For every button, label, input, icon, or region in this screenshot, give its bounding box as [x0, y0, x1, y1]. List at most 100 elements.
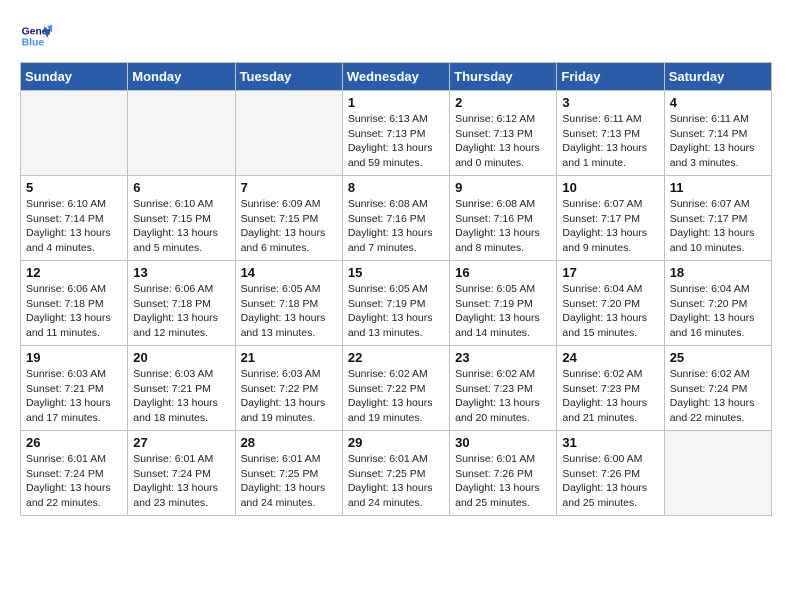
- weekday-header-sunday: Sunday: [21, 63, 128, 91]
- day-number: 28: [241, 435, 337, 450]
- logo: General Blue: [20, 20, 56, 52]
- calendar-cell: [21, 91, 128, 176]
- week-row-5: 26 Sunrise: 6:01 AMSunset: 7:24 PMDayligh…: [21, 431, 772, 516]
- day-info: Sunrise: 6:00 AMSunset: 7:26 PMDaylight:…: [562, 452, 658, 511]
- calendar-cell: 13 Sunrise: 6:06 AMSunset: 7:18 PMDayligh…: [128, 261, 235, 346]
- day-info: Sunrise: 6:09 AMSunset: 7:15 PMDaylight:…: [241, 197, 337, 256]
- day-info: Sunrise: 6:01 AMSunset: 7:24 PMDaylight:…: [26, 452, 122, 511]
- weekday-header-friday: Friday: [557, 63, 664, 91]
- calendar-cell: 21 Sunrise: 6:03 AMSunset: 7:22 PMDayligh…: [235, 346, 342, 431]
- calendar-cell: 6 Sunrise: 6:10 AMSunset: 7:15 PMDaylight…: [128, 176, 235, 261]
- day-info: Sunrise: 6:02 AMSunset: 7:23 PMDaylight:…: [455, 367, 551, 426]
- day-number: 4: [670, 95, 766, 110]
- day-number: 13: [133, 265, 229, 280]
- day-info: Sunrise: 6:03 AMSunset: 7:21 PMDaylight:…: [133, 367, 229, 426]
- day-info: Sunrise: 6:11 AMSunset: 7:13 PMDaylight:…: [562, 112, 658, 171]
- day-info: Sunrise: 6:06 AMSunset: 7:18 PMDaylight:…: [26, 282, 122, 341]
- day-info: Sunrise: 6:03 AMSunset: 7:22 PMDaylight:…: [241, 367, 337, 426]
- calendar-cell: 3 Sunrise: 6:11 AMSunset: 7:13 PMDaylight…: [557, 91, 664, 176]
- weekday-header-monday: Monday: [128, 63, 235, 91]
- logo-icon: General Blue: [20, 20, 52, 52]
- day-info: Sunrise: 6:05 AMSunset: 7:19 PMDaylight:…: [455, 282, 551, 341]
- calendar-cell: 30Sunrise: 6:01 AMSunset: 7:26 PMDayligh…: [450, 431, 557, 516]
- day-number: 16: [455, 265, 551, 280]
- day-number: 3: [562, 95, 658, 110]
- calendar-cell: 17 Sunrise: 6:04 AMSunset: 7:20 PMDayligh…: [557, 261, 664, 346]
- day-info: Sunrise: 6:10 AMSunset: 7:14 PMDaylight:…: [26, 197, 122, 256]
- day-number: 9: [455, 180, 551, 195]
- day-number: 23: [455, 350, 551, 365]
- day-number: 15: [348, 265, 444, 280]
- calendar-cell: [235, 91, 342, 176]
- week-row-3: 12 Sunrise: 6:06 AMSunset: 7:18 PMDayligh…: [21, 261, 772, 346]
- header: General Blue: [20, 20, 772, 52]
- calendar-cell: 26 Sunrise: 6:01 AMSunset: 7:24 PMDayligh…: [21, 431, 128, 516]
- calendar-cell: 27 Sunrise: 6:01 AMSunset: 7:24 PMDayligh…: [128, 431, 235, 516]
- day-info: Sunrise: 6:08 AMSunset: 7:16 PMDaylight:…: [348, 197, 444, 256]
- day-number: 24: [562, 350, 658, 365]
- calendar-cell: 14Sunrise: 6:05 AMSunset: 7:18 PMDayligh…: [235, 261, 342, 346]
- day-info: Sunrise: 6:06 AMSunset: 7:18 PMDaylight:…: [133, 282, 229, 341]
- weekday-header-saturday: Saturday: [664, 63, 771, 91]
- calendar-cell: 15Sunrise: 6:05 AMSunset: 7:19 PMDayligh…: [342, 261, 449, 346]
- day-number: 18: [670, 265, 766, 280]
- day-number: 20: [133, 350, 229, 365]
- calendar-cell: 22Sunrise: 6:02 AMSunset: 7:22 PMDayligh…: [342, 346, 449, 431]
- day-info: Sunrise: 6:01 AMSunset: 7:25 PMDaylight:…: [241, 452, 337, 511]
- day-info: Sunrise: 6:08 AMSunset: 7:16 PMDaylight:…: [455, 197, 551, 256]
- calendar-cell: 24Sunrise: 6:02 AMSunset: 7:23 PMDayligh…: [557, 346, 664, 431]
- calendar-cell: 23 Sunrise: 6:02 AMSunset: 7:23 PMDayligh…: [450, 346, 557, 431]
- day-number: 25: [670, 350, 766, 365]
- calendar-cell: 8Sunrise: 6:08 AMSunset: 7:16 PMDaylight…: [342, 176, 449, 261]
- weekday-header-thursday: Thursday: [450, 63, 557, 91]
- day-number: 31: [562, 435, 658, 450]
- day-number: 27: [133, 435, 229, 450]
- calendar-cell: [128, 91, 235, 176]
- day-number: 21: [241, 350, 337, 365]
- day-number: 10: [562, 180, 658, 195]
- weekday-header-wednesday: Wednesday: [342, 63, 449, 91]
- calendar-cell: 31 Sunrise: 6:00 AMSunset: 7:26 PMDayligh…: [557, 431, 664, 516]
- calendar-cell: 1 Sunrise: 6:13 AMSunset: 7:13 PMDaylight…: [342, 91, 449, 176]
- day-info: Sunrise: 6:10 AMSunset: 7:15 PMDaylight:…: [133, 197, 229, 256]
- calendar-cell: 10 Sunrise: 6:07 AMSunset: 7:17 PMDayligh…: [557, 176, 664, 261]
- week-row-2: 5Sunrise: 6:10 AMSunset: 7:14 PMDaylight…: [21, 176, 772, 261]
- day-number: 19: [26, 350, 122, 365]
- calendar-cell: 4 Sunrise: 6:11 AMSunset: 7:14 PMDaylight…: [664, 91, 771, 176]
- day-info: Sunrise: 6:11 AMSunset: 7:14 PMDaylight:…: [670, 112, 766, 171]
- page: General Blue SundayMondayTuesdayWednesda…: [0, 0, 792, 526]
- day-info: Sunrise: 6:07 AMSunset: 7:17 PMDaylight:…: [670, 197, 766, 256]
- day-number: 6: [133, 180, 229, 195]
- calendar-cell: 28 Sunrise: 6:01 AMSunset: 7:25 PMDayligh…: [235, 431, 342, 516]
- day-info: Sunrise: 6:02 AMSunset: 7:24 PMDaylight:…: [670, 367, 766, 426]
- calendar-cell: 7Sunrise: 6:09 AMSunset: 7:15 PMDaylight…: [235, 176, 342, 261]
- day-number: 2: [455, 95, 551, 110]
- calendar-cell: [664, 431, 771, 516]
- day-number: 17: [562, 265, 658, 280]
- calendar-cell: 9 Sunrise: 6:08 AMSunset: 7:16 PMDaylight…: [450, 176, 557, 261]
- day-info: Sunrise: 6:13 AMSunset: 7:13 PMDaylight:…: [348, 112, 444, 171]
- calendar-cell: 18 Sunrise: 6:04 AMSunset: 7:20 PMDayligh…: [664, 261, 771, 346]
- calendar-cell: 25 Sunrise: 6:02 AMSunset: 7:24 PMDayligh…: [664, 346, 771, 431]
- calendar-cell: 5Sunrise: 6:10 AMSunset: 7:14 PMDaylight…: [21, 176, 128, 261]
- weekday-header-tuesday: Tuesday: [235, 63, 342, 91]
- day-info: Sunrise: 6:04 AMSunset: 7:20 PMDaylight:…: [562, 282, 658, 341]
- week-row-1: 1 Sunrise: 6:13 AMSunset: 7:13 PMDaylight…: [21, 91, 772, 176]
- calendar-cell: 16 Sunrise: 6:05 AMSunset: 7:19 PMDayligh…: [450, 261, 557, 346]
- day-number: 26: [26, 435, 122, 450]
- day-info: Sunrise: 6:04 AMSunset: 7:20 PMDaylight:…: [670, 282, 766, 341]
- day-info: Sunrise: 6:01 AMSunset: 7:25 PMDaylight:…: [348, 452, 444, 511]
- day-info: Sunrise: 6:05 AMSunset: 7:18 PMDaylight:…: [241, 282, 337, 341]
- day-number: 1: [348, 95, 444, 110]
- day-info: Sunrise: 6:01 AMSunset: 7:24 PMDaylight:…: [133, 452, 229, 511]
- day-number: 22: [348, 350, 444, 365]
- calendar-cell: 12 Sunrise: 6:06 AMSunset: 7:18 PMDayligh…: [21, 261, 128, 346]
- day-number: 30: [455, 435, 551, 450]
- week-row-4: 19 Sunrise: 6:03 AMSunset: 7:21 PMDayligh…: [21, 346, 772, 431]
- day-number: 11: [670, 180, 766, 195]
- day-info: Sunrise: 6:07 AMSunset: 7:17 PMDaylight:…: [562, 197, 658, 256]
- svg-text:Blue: Blue: [22, 38, 45, 49]
- day-info: Sunrise: 6:12 AMSunset: 7:13 PMDaylight:…: [455, 112, 551, 171]
- day-number: 12: [26, 265, 122, 280]
- calendar-cell: 29Sunrise: 6:01 AMSunset: 7:25 PMDayligh…: [342, 431, 449, 516]
